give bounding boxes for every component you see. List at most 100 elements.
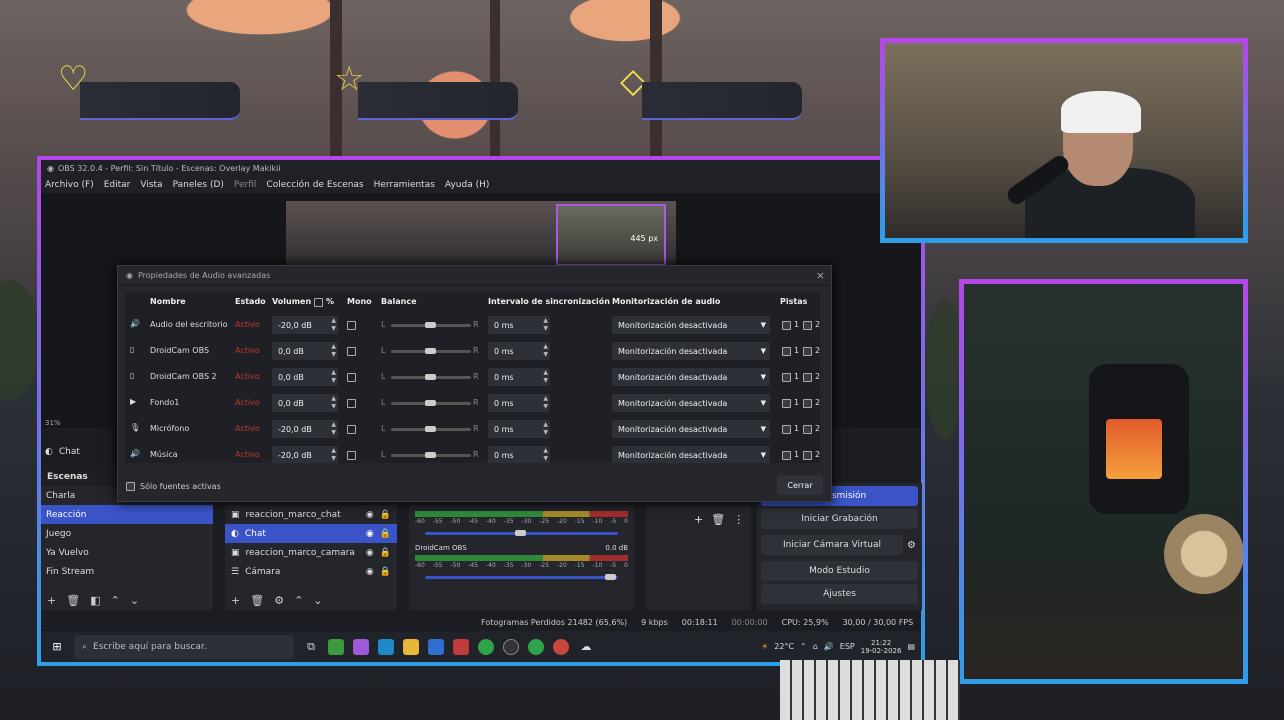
task-view-icon[interactable]: ⧉ [303,639,319,655]
mono-checkbox[interactable] [347,451,356,460]
scene-item[interactable]: Ya Vuelvo [41,543,213,562]
lock-icon[interactable]: 🔒 [380,567,391,577]
visibility-eye-icon[interactable]: ◉ [366,510,374,520]
move-up-icon[interactable]: ⌃ [294,594,303,607]
zoom-level[interactable]: 31% [45,419,61,427]
temperature[interactable]: 22°C [774,642,794,651]
more-options-icon[interactable]: ⋮ [733,513,744,526]
mono-checkbox[interactable] [347,399,356,408]
move-down-icon[interactable]: ⌄ [130,594,139,607]
source-settings-icon[interactable]: ⚙ [274,594,284,607]
remove-source-icon[interactable]: 🗑 [250,594,264,607]
visibility-eye-icon[interactable]: ◉ [366,548,374,558]
volume-slider[interactable] [415,572,628,582]
add-scene-icon[interactable]: + [47,594,56,607]
notification-icon[interactable]: ▤ [907,642,915,651]
source-item[interactable]: ▣ reaccion_marco_camara ◉ 🔒 [225,543,397,562]
volume-spinbox[interactable]: -20,0 dB ▲ ▼ [272,316,338,334]
menu-perfil[interactable]: Perfil [234,180,257,190]
track2-checkbox[interactable] [803,399,812,408]
track2-checkbox[interactable] [803,347,812,356]
minecraft-icon[interactable] [328,638,344,655]
chrome-icon[interactable] [528,638,544,655]
volume-spinbox[interactable]: 0,0 dB ▲ ▼ [272,394,338,412]
menu-archivo[interactable]: Archivo (F) [45,180,94,190]
sync-offset-spinbox[interactable]: 0 ms ▲ ▼ [488,316,550,334]
source-item[interactable]: ☰ Cámara ◉ 🔒 [225,562,397,581]
remove-transition-icon[interactable]: 🗑 [711,513,725,526]
add-source-icon[interactable]: + [231,594,240,607]
mono-checkbox[interactable] [347,373,356,382]
file-explorer-icon[interactable] [403,638,419,655]
percent-checkbox[interactable] [314,298,323,307]
windows-start-icon[interactable]: ⊞ [49,639,65,655]
obs-taskbar-icon[interactable] [503,638,519,655]
move-up-icon[interactable]: ⌃ [111,594,120,607]
volume-icon[interactable]: 🔊 [824,642,834,651]
track1-checkbox[interactable] [782,399,791,408]
chrome-icon[interactable] [553,638,569,655]
close-icon[interactable]: × [816,269,825,282]
track1-checkbox[interactable] [782,425,791,434]
scene-item-selected[interactable]: Reacción [41,505,213,524]
start-virtual-camera-button[interactable]: Iniciar Cámara Virtual [761,535,904,555]
monitoring-select[interactable]: Monitorización desactivada ▼ [612,368,770,386]
scene-item[interactable]: Juego [41,524,213,543]
move-down-icon[interactable]: ⌄ [313,594,322,607]
source-item-selected[interactable]: ◐ Chat ◉ 🔒 [225,524,397,543]
chevron-up-icon[interactable]: ⌃ [800,642,807,651]
taskbar-search-box[interactable]: ⌕ Escribe aquí para buscar. [74,634,294,659]
menu-paneles[interactable]: Paneles (D) [173,180,224,190]
volume-spinbox[interactable]: 0,0 dB ▲ ▼ [272,368,338,386]
studio-mode-button[interactable]: Modo Estudio [761,561,918,581]
app-icon[interactable] [453,638,469,655]
visibility-eye-icon[interactable]: ◉ [366,567,374,577]
balance-slider[interactable] [391,348,471,354]
only-active-checkbox[interactable] [126,482,135,491]
mono-checkbox[interactable] [347,425,356,434]
preview-camera-source[interactable]: 445 px [556,204,666,266]
network-icon[interactable]: ⌂ [813,642,818,651]
only-active-sources-toggle[interactable]: Sólo fuentes activas [126,482,221,491]
menu-vista[interactable]: Vista [140,180,162,190]
balance-slider[interactable] [391,452,471,458]
balance-slider[interactable] [391,322,471,328]
chat-dock-header[interactable]: ◐ Chat [45,444,80,460]
menu-editar[interactable]: Editar [104,180,131,190]
source-item[interactable]: ▣ reaccion_marco_chat ◉ 🔒 [225,505,397,524]
sync-offset-spinbox[interactable]: 0 ms ▲ ▼ [488,394,550,412]
sync-offset-spinbox[interactable]: 0 ms ▲ ▼ [488,420,550,438]
balance-slider[interactable] [391,400,471,406]
menu-coleccion-escenas[interactable]: Colección de Escenas [266,180,363,190]
track2-checkbox[interactable] [803,321,812,330]
store-icon[interactable] [428,638,444,655]
volume-slider[interactable] [415,528,628,538]
mono-checkbox[interactable] [347,347,356,356]
onedrive-icon[interactable]: ☁ [578,639,594,655]
virtual-camera-settings-icon[interactable]: ⚙ [907,540,916,551]
visibility-eye-icon[interactable]: ◉ [366,529,374,539]
remove-scene-icon[interactable]: 🗑 [66,594,80,607]
chrome-icon[interactable] [478,638,494,655]
filter-icon[interactable]: ◧ [90,594,100,607]
volume-spinbox[interactable]: 0,0 dB ▲ ▼ [272,342,338,360]
sync-offset-spinbox[interactable]: 0 ms ▲ ▼ [488,342,550,360]
settings-button[interactable]: Ajustes [761,584,918,604]
lock-icon[interactable]: 🔒 [380,548,391,558]
sync-offset-spinbox[interactable]: 0 ms ▲ ▼ [488,368,550,386]
close-button[interactable]: Cerrar [777,475,823,495]
track1-checkbox[interactable] [782,321,791,330]
sync-offset-spinbox[interactable]: 0 ms ▲ ▼ [488,446,550,463]
copilot-icon[interactable] [353,638,369,655]
language-indicator[interactable]: ESP [840,642,855,651]
track2-checkbox[interactable] [803,451,812,460]
menu-herramientas[interactable]: Herramientas [374,180,435,190]
track1-checkbox[interactable] [782,451,791,460]
lock-icon[interactable]: 🔒 [380,510,391,520]
monitoring-select[interactable]: Monitorización desactivada ▼ [612,446,770,463]
monitoring-select[interactable]: Monitorización desactivada ▼ [612,316,770,334]
track2-checkbox[interactable] [803,373,812,382]
monitoring-select[interactable]: Monitorización desactivada ▼ [612,342,770,360]
balance-slider[interactable] [391,374,471,380]
monitoring-select[interactable]: Monitorización desactivada ▼ [612,394,770,412]
